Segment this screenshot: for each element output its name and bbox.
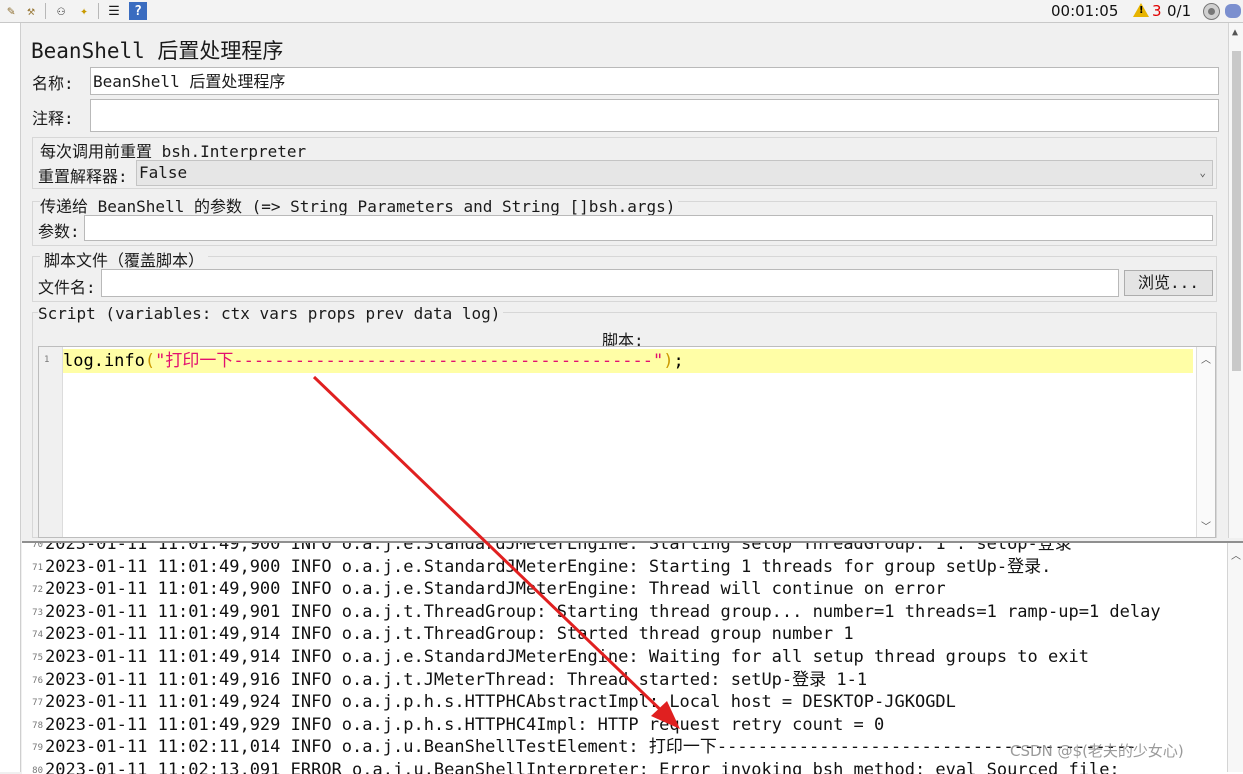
script-group-title: Script (variables: ctx vars props prev d… xyxy=(38,304,504,323)
log-line-number: 72 xyxy=(32,585,43,596)
log-line-text: 2023-01-11 11:01:49,916 INFO o.a.j.t.JMe… xyxy=(45,669,868,690)
log-line: 77 2023-01-11 11:01:49,924 INFO o.a.j.p.h… xyxy=(22,691,1243,714)
log-line: 71 2023-01-11 11:01:49,900 INFO o.a.j.e.S… xyxy=(22,556,1243,579)
filename-label: 文件名: xyxy=(38,278,96,297)
function-helper-icon[interactable]: ☰ xyxy=(103,2,125,20)
code-identifier: log.info xyxy=(63,351,145,371)
browse-button[interactable]: 浏览... xyxy=(1124,270,1213,296)
log-line-number: 75 xyxy=(32,653,43,663)
warning-icon[interactable]: ! xyxy=(1133,3,1149,17)
log-line: 73 2023-01-11 11:01:49,901 INFO o.a.j.t.T… xyxy=(22,601,1243,624)
log-line-text: 2023-01-11 11:01:49,914 INFO o.a.j.e.Sta… xyxy=(45,647,1089,667)
script-editor[interactable]: 1 log.info("打印一下------------------------… xyxy=(38,346,1216,538)
scroll-up-icon[interactable]: ︿ xyxy=(1231,547,1241,562)
clear-all-icon[interactable]: ⚒ xyxy=(20,2,42,20)
test-plan-tree-edge xyxy=(0,23,21,772)
log-line: 74 2023-01-11 11:01:49,914 INFO o.a.j.t.T… xyxy=(22,623,1243,646)
reset-interpreter-label: 重置解释器: xyxy=(38,167,128,186)
log-scrollbar[interactable]: ︿ xyxy=(1227,543,1243,772)
log-line-text: 2023-01-11 11:01:49,900 INFO o.a.j.e.Sta… xyxy=(45,579,946,600)
reset-interpreter-value: False xyxy=(139,163,188,182)
log-line-number: 71 xyxy=(32,562,43,573)
log-line: 72 2023-01-11 11:01:49,900 INFO o.a.j.e.S… xyxy=(22,578,1243,601)
log-line: 78 2023-01-11 11:01:49,929 INFO o.a.j.p.h… xyxy=(22,714,1243,737)
parameters-label: 参数: xyxy=(38,222,80,241)
script-file-group-title: 脚本文件（覆盖脚本） xyxy=(40,247,209,271)
log-line-number: 76 xyxy=(32,675,43,686)
filename-input[interactable] xyxy=(101,269,1119,297)
panel-scrollbar[interactable]: ▲ xyxy=(1228,23,1243,538)
code-semicolon: ; xyxy=(673,351,684,371)
reset-search-icon[interactable]: ✦ xyxy=(74,2,94,20)
parameters-input[interactable] xyxy=(84,215,1213,241)
log-line-number: 73 xyxy=(32,607,43,618)
code-open-paren: ( xyxy=(144,351,156,371)
elapsed-timer: 00:01:05 xyxy=(1051,2,1119,20)
watermark: CSDN @$(老夫的少女心) xyxy=(1010,742,1184,760)
scroll-up-icon[interactable]: ▲ xyxy=(1232,27,1238,38)
log-line: 76 2023-01-11 11:01:49,916 INFO o.a.j.t.J… xyxy=(22,669,1243,692)
reset-group-title: 每次调用前重置 bsh.Interpreter xyxy=(40,138,310,162)
log-line-number: 79 xyxy=(32,743,43,754)
line-number: 1 xyxy=(44,355,50,365)
page-title: BeanShell 后置处理程序 xyxy=(31,39,284,63)
comment-input[interactable] xyxy=(90,99,1219,132)
code-close-paren: ) xyxy=(663,351,674,371)
scrollbar-thumb[interactable] xyxy=(1232,51,1241,371)
code-string-literal: "打印一下-----------------------------------… xyxy=(155,351,664,371)
reset-interpreter-select[interactable]: False ⌄ xyxy=(136,160,1213,186)
log-line: 75 2023-01-11 11:01:49,914 INFO o.a.j.e.S… xyxy=(22,646,1243,669)
line-gutter: 1 xyxy=(39,347,63,537)
log-line-text: 2023-01-11 11:01:49,914 INFO o.a.j.t.Thr… xyxy=(45,624,854,645)
log-line-text: 2023-01-11 11:02:11,014 INFO o.a.j.u.Bea… xyxy=(45,737,1137,758)
parameters-group-title: 传递给 BeanShell 的参数 (=> String Parameters … xyxy=(40,193,679,217)
chevron-down-icon: ⌄ xyxy=(1199,166,1206,179)
comment-label: 注释: xyxy=(32,109,74,128)
log-line-number: 78 xyxy=(32,720,43,731)
help-icon[interactable]: ? xyxy=(129,2,147,20)
log-line-number: 77 xyxy=(32,698,43,709)
scroll-down-icon[interactable]: ﹀ xyxy=(1201,518,1211,533)
log-line-text: 2023-01-11 11:01:49,901 INFO o.a.j.t.Thr… xyxy=(45,601,1161,622)
log-line-text: 2023-01-11 11:01:49,924 INFO o.a.j.p.h.s… xyxy=(45,692,956,713)
name-input[interactable]: BeanShell 后置处理程序 xyxy=(90,67,1219,95)
code-line-current[interactable]: log.info("打印一下--------------------------… xyxy=(63,349,1193,373)
log-line-number: 74 xyxy=(32,630,43,641)
log-line-text: 2023-01-11 11:01:49,900 INFO o.a.j.e.Sta… xyxy=(45,556,1052,577)
active-threads: 0/1 xyxy=(1167,2,1192,20)
log-line-text: 2023-01-11 11:01:49,929 INFO o.a.j.p.h.s… xyxy=(45,714,885,735)
main-toolbar: ✎ ⚒ ⚇ ✦ ☰ ? 00:01:05 ! 3 0/1 xyxy=(0,0,1243,23)
search-binoculars-icon[interactable]: ⚇ xyxy=(50,2,72,20)
scroll-up-icon[interactable]: ︿ xyxy=(1201,351,1211,366)
name-label: 名称: xyxy=(32,74,74,93)
broom-icon[interactable]: ✎ xyxy=(2,2,20,20)
editor-scrollbar[interactable]: ︿ ﹀ xyxy=(1196,347,1215,537)
warning-count: 3 xyxy=(1152,2,1162,20)
log-line: 70 2023-01-11 11:01:49,900 INFO o.a.j.e.S… xyxy=(22,541,1243,556)
log-viewer-icon[interactable] xyxy=(1225,4,1241,18)
remote-status-icon xyxy=(1203,3,1220,20)
log-line-text: 2023-01-11 11:01:49,900 INFO o.a.j.e.Sta… xyxy=(45,541,1072,554)
